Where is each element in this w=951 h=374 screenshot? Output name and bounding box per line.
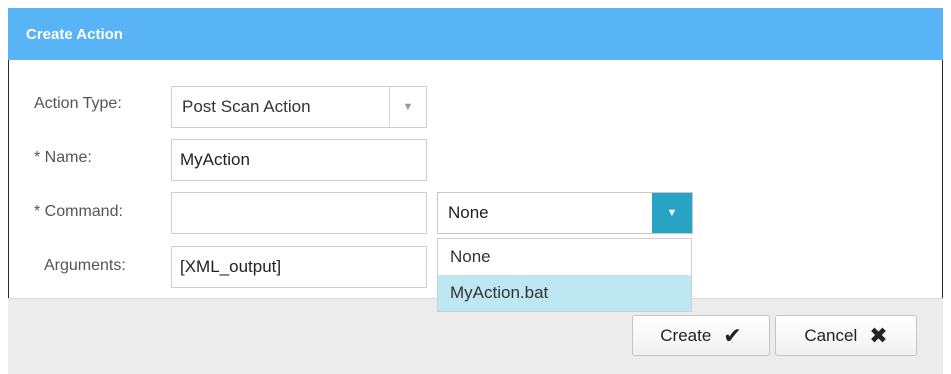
name-field[interactable]: MyAction [171, 139, 427, 181]
command-dropdown-list: None MyAction.bat [437, 238, 692, 312]
dropdown-option-myaction-bat[interactable]: MyAction.bat [438, 275, 691, 311]
checkmark-icon: ✔ [723, 322, 742, 348]
arguments-field[interactable]: [XML_output] [171, 246, 427, 288]
dialog-title: Create Action [8, 8, 943, 60]
name-label: * Name: [34, 149, 92, 166]
chevron-down-icon[interactable]: ▼ [389, 87, 426, 127]
action-type-value: Post Scan Action [182, 97, 311, 116]
arguments-label: Arguments: [44, 257, 126, 274]
x-icon: ✖ [869, 322, 888, 348]
command-field[interactable] [171, 192, 427, 234]
action-type-label: Action Type: [34, 95, 122, 112]
dialog-title-text: Create Action [26, 25, 123, 43]
command-select-value: None [448, 203, 489, 222]
cancel-button[interactable]: Cancel ✖ [775, 315, 917, 356]
command-label: * Command: [34, 203, 123, 220]
command-select[interactable]: None ▼ [437, 192, 693, 234]
dropdown-option-none[interactable]: None [438, 239, 691, 275]
cancel-button-label: Cancel [804, 325, 858, 345]
action-type-select[interactable]: Post Scan Action ▼ [171, 86, 427, 128]
chevron-down-icon[interactable]: ▼ [652, 193, 692, 233]
create-button[interactable]: Create ✔ [632, 315, 770, 356]
create-button-label: Create [660, 325, 712, 345]
